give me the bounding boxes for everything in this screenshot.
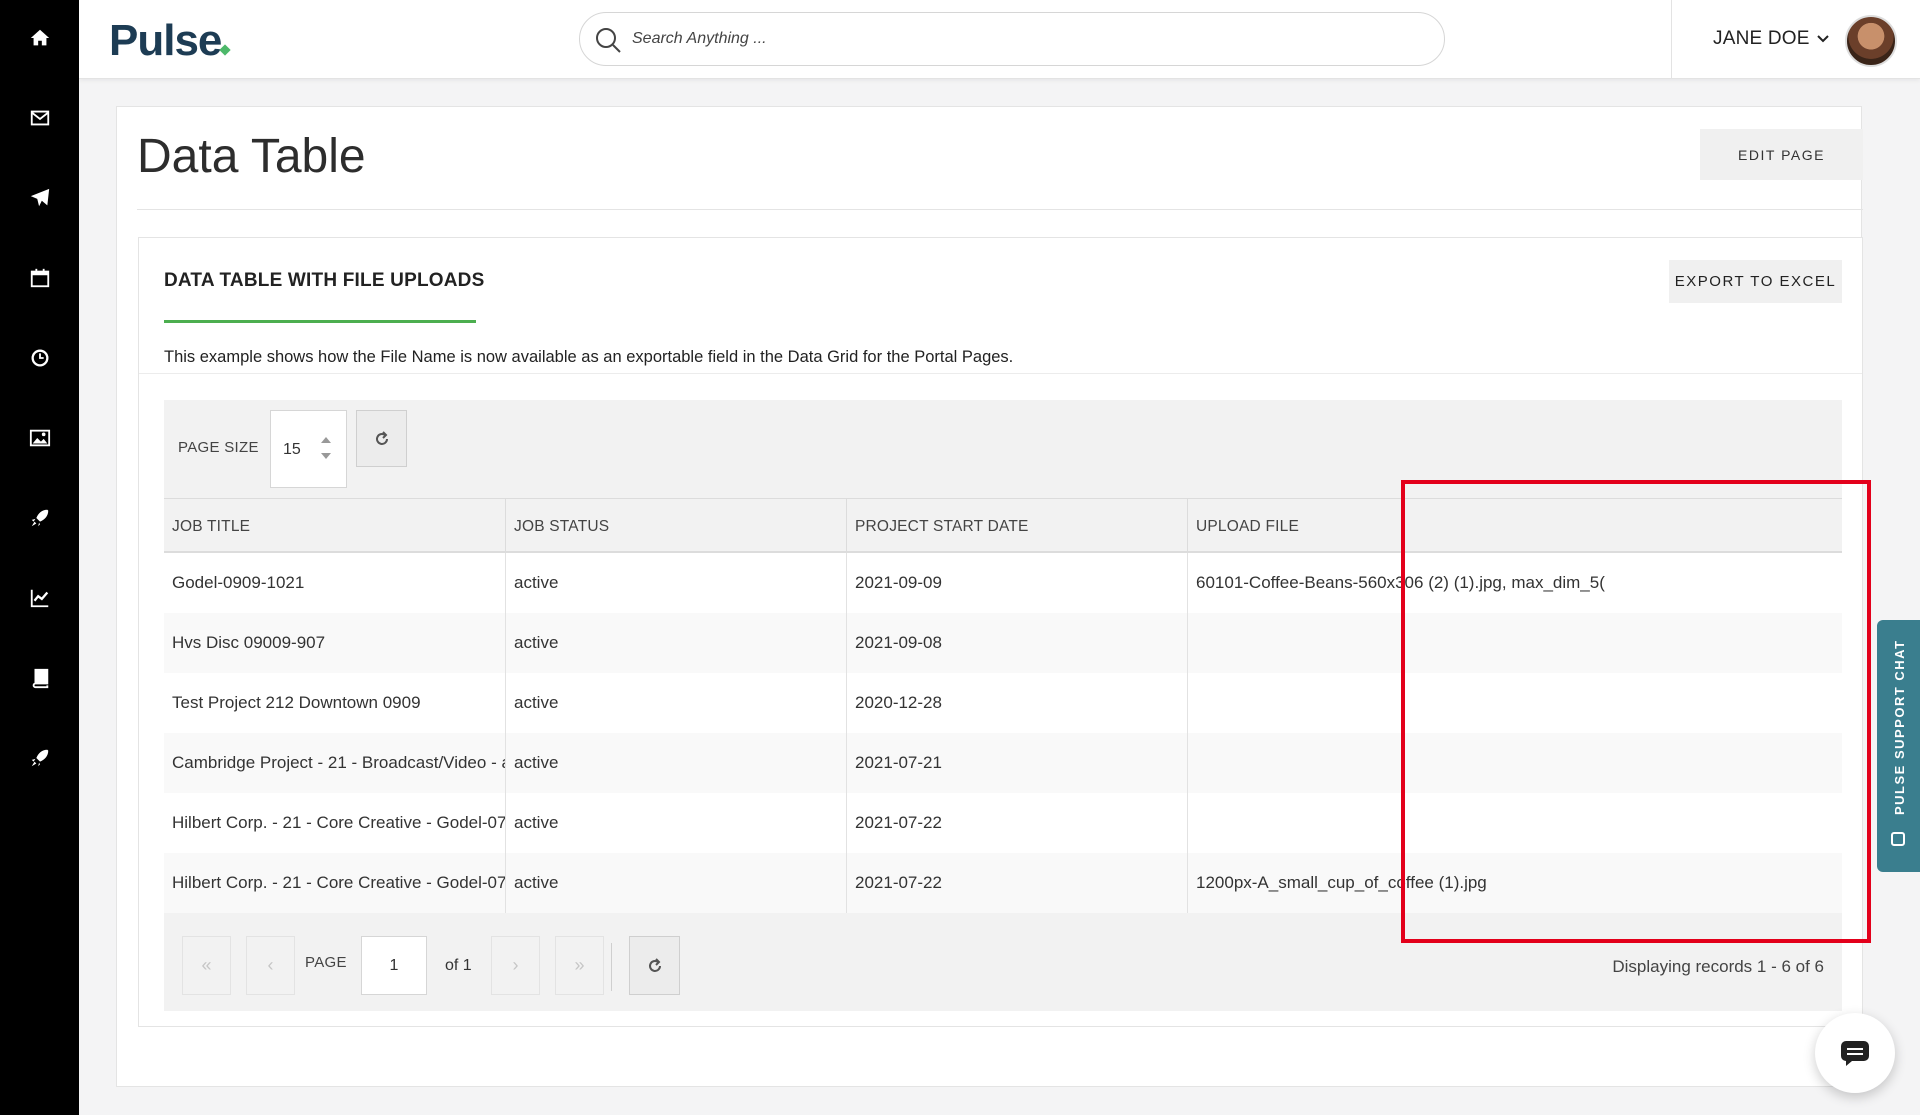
title-underline <box>164 320 476 323</box>
home-icon[interactable] <box>0 18 79 58</box>
cell-job-status: active <box>505 613 846 673</box>
image-icon[interactable] <box>0 418 79 458</box>
cell-job-status: active <box>505 673 846 733</box>
cell-upload-file[interactable]: 60101-Coffee-Beans-560x306 (2) (1).jpg, … <box>1187 553 1607 613</box>
pager-refresh-button[interactable] <box>629 936 680 995</box>
table-row[interactable]: Hilbert Corp. - 21 - Core Creative - God… <box>164 793 1842 853</box>
spin-down-icon[interactable] <box>321 453 331 459</box>
cell-job-title: Hilbert Corp. - 21 - Core Creative - God… <box>172 813 505 832</box>
edit-page-button[interactable]: EDIT PAGE <box>1700 129 1863 180</box>
column-header-job-status[interactable]: JOB STATUS <box>505 499 846 552</box>
cell-job-status: active <box>505 853 846 913</box>
column-header-upload-file[interactable]: UPLOAD FILE <box>1187 499 1842 552</box>
page-size-stepper[interactable]: 15 <box>270 410 347 488</box>
sidebar <box>0 0 79 1115</box>
refresh-icon <box>648 957 661 972</box>
cell-start-date: 2021-07-22 <box>846 853 1187 913</box>
page-size-label: PAGE SIZE <box>178 439 259 456</box>
cell-job-title: Cambridge Project - 21 - Broadcast/Video… <box>172 753 505 772</box>
chat-bubble-icon <box>1841 1041 1869 1066</box>
avatar[interactable] <box>1845 15 1897 67</box>
chevron-down-icon <box>1816 35 1829 43</box>
book-icon[interactable] <box>0 658 79 698</box>
top-header: Pulse JANE DOE <box>79 0 1920 79</box>
page-number-input[interactable] <box>361 936 427 995</box>
cell-start-date: 2020-12-28 <box>846 673 1187 733</box>
cell-job-title: Hvs Disc 09009-907 <box>172 633 326 652</box>
cell-start-date: 2021-09-09 <box>846 553 1187 613</box>
rocket-icon[interactable] <box>0 498 79 538</box>
cell-job-title: Hilbert Corp. - 21 - Core Creative - God… <box>172 873 505 892</box>
cell-job-title: Godel-0909-1021 <box>172 573 305 592</box>
column-header-job-title[interactable]: JOB TITLE <box>164 499 505 552</box>
rocket-icon[interactable] <box>0 738 79 778</box>
table-row[interactable]: Hvs Disc 09009-907 active 2021-09-08 <box>164 613 1842 673</box>
support-tab-label: PULSE SUPPORT CHAT <box>1892 639 1907 815</box>
page-label: PAGE <box>305 954 347 971</box>
cell-upload-file[interactable] <box>1187 793 1607 853</box>
records-summary: Displaying records 1 - 6 of 6 <box>1612 957 1824 976</box>
clock-icon[interactable] <box>0 338 79 378</box>
chat-launcher-button[interactable] <box>1815 1013 1895 1093</box>
cell-upload-file[interactable] <box>1187 733 1607 793</box>
search-icon <box>596 28 621 53</box>
pagination-bar: « ‹ PAGE of 1 › » Displaying records 1 -… <box>164 923 1842 1011</box>
cell-start-date: 2021-07-21 <box>846 733 1187 793</box>
table-row[interactable]: Hilbert Corp. - 21 - Core Creative - God… <box>164 853 1842 913</box>
refresh-icon <box>375 430 388 445</box>
pulse-support-chat-tab[interactable]: PULSE SUPPORT CHAT <box>1877 620 1920 872</box>
pager-divider <box>611 943 612 991</box>
refresh-button[interactable] <box>356 410 407 467</box>
cell-job-status: active <box>505 553 846 613</box>
page-panel: Data Table EDIT PAGE DATA TABLE WITH FIL… <box>116 106 1863 1087</box>
cell-upload-file[interactable] <box>1187 613 1607 673</box>
page-title: Data Table <box>137 130 366 183</box>
header-divider <box>1671 0 1672 79</box>
divider <box>139 373 1862 374</box>
line-chart-icon[interactable] <box>0 578 79 618</box>
data-grid: PAGE SIZE 15 JOB TITLE JOB STATUS PROJEC… <box>164 400 1842 1011</box>
data-table-card: DATA TABLE WITH FILE UPLOADS EXPORT TO E… <box>138 237 1863 1027</box>
prev-page-button[interactable]: ‹ <box>246 936 295 995</box>
column-header-project-start-date[interactable]: PROJECT START DATE <box>846 499 1187 552</box>
page-count: of 1 <box>445 957 472 974</box>
cell-job-status: active <box>505 793 846 853</box>
card-title: DATA TABLE WITH FILE UPLOADS <box>164 270 485 291</box>
cell-start-date: 2021-07-22 <box>846 793 1187 853</box>
divider <box>137 209 1863 210</box>
paper-plane-icon[interactable] <box>0 178 79 218</box>
cell-upload-file[interactable]: 1200px-A_small_cup_of_coffee (1).jpg <box>1187 853 1607 913</box>
cell-start-date: 2021-09-08 <box>846 613 1187 673</box>
last-page-button[interactable]: » <box>555 936 604 995</box>
next-page-button[interactable]: › <box>491 936 540 995</box>
cell-job-title: Test Project 212 Downtown 0909 <box>172 693 421 712</box>
envelope-icon[interactable] <box>0 98 79 138</box>
cell-upload-file[interactable] <box>1187 673 1607 733</box>
chat-icon <box>1891 832 1905 846</box>
user-name: JANE DOE <box>1713 28 1810 49</box>
table-row[interactable]: Cambridge Project - 21 - Broadcast/Video… <box>164 733 1842 793</box>
user-menu[interactable]: JANE DOE <box>1713 28 1830 50</box>
search-bar[interactable] <box>579 12 1445 66</box>
card-description: This example shows how the File Name is … <box>164 348 1014 366</box>
table-row[interactable]: Godel-0909-1021 active 2021-09-09 60101-… <box>164 553 1842 613</box>
search-input[interactable] <box>632 23 1412 55</box>
pulse-logo[interactable]: Pulse <box>109 16 222 66</box>
first-page-button[interactable]: « <box>182 936 231 995</box>
calendar-icon[interactable] <box>0 258 79 298</box>
cell-job-status: active <box>505 733 846 793</box>
spin-up-icon[interactable] <box>321 437 331 443</box>
page-size-value: 15 <box>283 441 301 458</box>
export-to-excel-button[interactable]: EXPORT TO EXCEL <box>1669 260 1842 303</box>
table-header: JOB TITLE JOB STATUS PROJECT START DATE … <box>164 498 1842 553</box>
table-row[interactable]: Test Project 212 Downtown 0909 active 20… <box>164 673 1842 733</box>
